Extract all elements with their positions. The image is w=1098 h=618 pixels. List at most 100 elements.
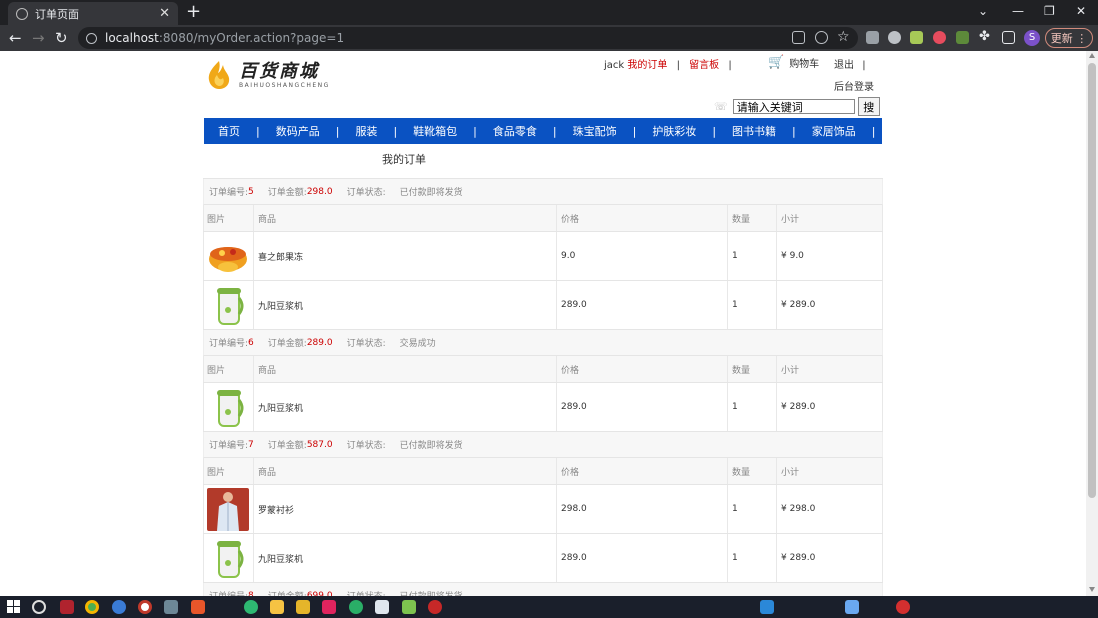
camera-extension-icon[interactable] (888, 31, 901, 44)
app-icon[interactable] (322, 600, 336, 614)
app-icon[interactable] (402, 600, 416, 614)
chrome-icon[interactable] (85, 600, 99, 614)
product-qty: 1 (727, 534, 776, 582)
category-link[interactable]: 首页 (218, 123, 240, 139)
col-image-header: 图片 (203, 205, 253, 231)
scroll-up-arrow[interactable] (1089, 53, 1095, 58)
order-status-label: 订单状态: (346, 441, 386, 451)
search-icon[interactable] (32, 600, 46, 614)
windows-start-icon[interactable] (7, 600, 20, 613)
forward-button[interactable]: → (32, 29, 45, 47)
col-price-header: 价格 (556, 458, 727, 484)
product-subtotal: ¥ 289.0 (776, 534, 883, 582)
product-price: 9.0 (556, 232, 727, 280)
address-bar[interactable]: localhost:8080/myOrder.action?page=1 (78, 27, 858, 49)
tray-icon[interactable] (845, 600, 859, 614)
close-window-button[interactable]: ✕ (1076, 4, 1086, 18)
nav-separator: | (728, 60, 732, 71)
product-name[interactable]: 九阳豆浆机 (253, 383, 556, 431)
order-amount-label: 订单金额: (267, 339, 307, 349)
col-product-header: 商品 (253, 205, 556, 231)
minimize-button[interactable]: — (1012, 4, 1024, 18)
shield-extension-icon[interactable] (933, 31, 946, 44)
page-scrollbar[interactable] (1086, 51, 1098, 596)
category-link[interactable]: 鞋靴箱包 (413, 123, 457, 139)
table-row: 喜之郎果冻 9.0 1 ¥ 9.0 (203, 232, 883, 281)
logout-link[interactable]: 退出 (834, 60, 854, 71)
site-info-icon[interactable] (86, 32, 97, 44)
restore-button[interactable]: ❐ (1044, 4, 1055, 18)
product-thumbnail[interactable] (203, 232, 253, 280)
product-thumbnail[interactable] (203, 485, 253, 533)
product-price: 298.0 (556, 485, 727, 533)
new-tab-button[interactable]: + (186, 3, 201, 21)
product-price: 289.0 (556, 534, 727, 582)
globe-icon (16, 7, 28, 20)
update-button[interactable]: 更新 ⋮ (1045, 28, 1093, 48)
app-icon[interactable] (375, 600, 389, 614)
app-icon[interactable] (244, 600, 258, 614)
category-link[interactable]: 数码产品 (276, 123, 320, 139)
wechat-icon[interactable] (349, 600, 363, 614)
product-thumbnail[interactable] (203, 281, 253, 329)
scroll-down-arrow[interactable] (1089, 587, 1095, 592)
tray-icon[interactable] (760, 600, 774, 614)
category-link[interactable]: 家居饰品 (812, 123, 856, 139)
col-subtotal-header: 小计 (776, 458, 883, 484)
puzzle-icon[interactable]: ✤ (979, 28, 990, 46)
column-header-row: 图片 商品 价格 数量 小计 (203, 205, 883, 232)
reload-button[interactable]: ↻ (55, 29, 68, 47)
product-name[interactable]: 九阳豆浆机 (253, 534, 556, 582)
browser-tab[interactable]: 订单页面 ✕ (8, 2, 178, 25)
extension-icon[interactable] (866, 31, 879, 44)
share-icon[interactable] (815, 31, 828, 44)
product-thumbnail[interactable] (203, 383, 253, 431)
folder-icon[interactable] (270, 600, 284, 614)
admin-login-link[interactable]: 后台登录 (834, 78, 874, 93)
product-thumbnail[interactable] (203, 534, 253, 582)
search-bar: ☏ 搜 (714, 97, 880, 116)
product-name[interactable]: 喜之郎果冻 (253, 232, 556, 280)
app-icon[interactable] (164, 600, 178, 614)
profile-avatar[interactable]: S (1024, 30, 1040, 46)
bookmark-star-icon[interactable]: ☆ (837, 28, 850, 46)
product-name[interactable]: 罗蒙衬衫 (253, 485, 556, 533)
table-row: 罗蒙衬衫 298.0 1 ¥ 298.0 (203, 485, 883, 534)
open-in-app-icon[interactable] (792, 31, 805, 44)
tab-search-icon[interactable]: ⌄ (978, 4, 988, 18)
category-separator: | (335, 124, 340, 138)
category-link[interactable]: 珠宝配饰 (573, 123, 617, 139)
app-icon[interactable] (191, 600, 205, 614)
tool-extension-icon[interactable] (956, 31, 969, 44)
col-price-header: 价格 (556, 205, 727, 231)
app-icon[interactable] (428, 600, 442, 614)
order-amount-value: 289.0 (306, 337, 333, 348)
category-link[interactable]: 服装 (355, 123, 377, 139)
app-icon[interactable] (296, 600, 310, 614)
my-orders-link[interactable]: 我的订单 (627, 60, 667, 71)
cart-link[interactable]: 🛒 购物车 (768, 55, 819, 70)
browser-toolbar: ← → ↻ localhost:8080/myOrder.action?page… (0, 25, 1098, 51)
search-input[interactable] (732, 99, 855, 114)
category-link[interactable]: 食品零食 (493, 123, 537, 139)
search-button[interactable]: 搜 (857, 97, 880, 116)
category-nav: 首页 | 数码产品 | 服装 | 鞋靴箱包 | 食品零食 | 珠宝配饰 | 护肤彩妆 | 图书书籍 | 家居饰品… (204, 118, 882, 144)
tab-close-button[interactable]: ✕ (159, 6, 170, 21)
site-logo[interactable]: 百货商城 BAIHUOSHANGCHENG (205, 58, 340, 92)
category-link[interactable]: 图书书籍 (732, 123, 776, 139)
column-header-row: 图片 商品 价格 数量 小计 (203, 458, 883, 485)
scrollbar-thumb[interactable] (1088, 63, 1096, 498)
app-icon[interactable] (60, 600, 74, 614)
side-panel-icon[interactable] (1002, 31, 1015, 44)
message-board-link[interactable]: 留言板 (689, 60, 719, 71)
category-link[interactable]: 护肤彩妆 (652, 123, 696, 139)
order-no-label: 订单编号: (209, 441, 249, 451)
app-icon[interactable] (138, 600, 152, 614)
order-header: 订单编号:8订单金额:699.0订单状态:已付款即将发货 (203, 583, 883, 596)
back-button[interactable]: ← (9, 29, 22, 47)
product-name[interactable]: 九阳豆浆机 (253, 281, 556, 329)
edge-icon[interactable] (112, 600, 126, 614)
image-extension-icon[interactable] (910, 31, 923, 44)
tray-icon[interactable] (896, 600, 910, 614)
product-qty: 1 (727, 232, 776, 280)
